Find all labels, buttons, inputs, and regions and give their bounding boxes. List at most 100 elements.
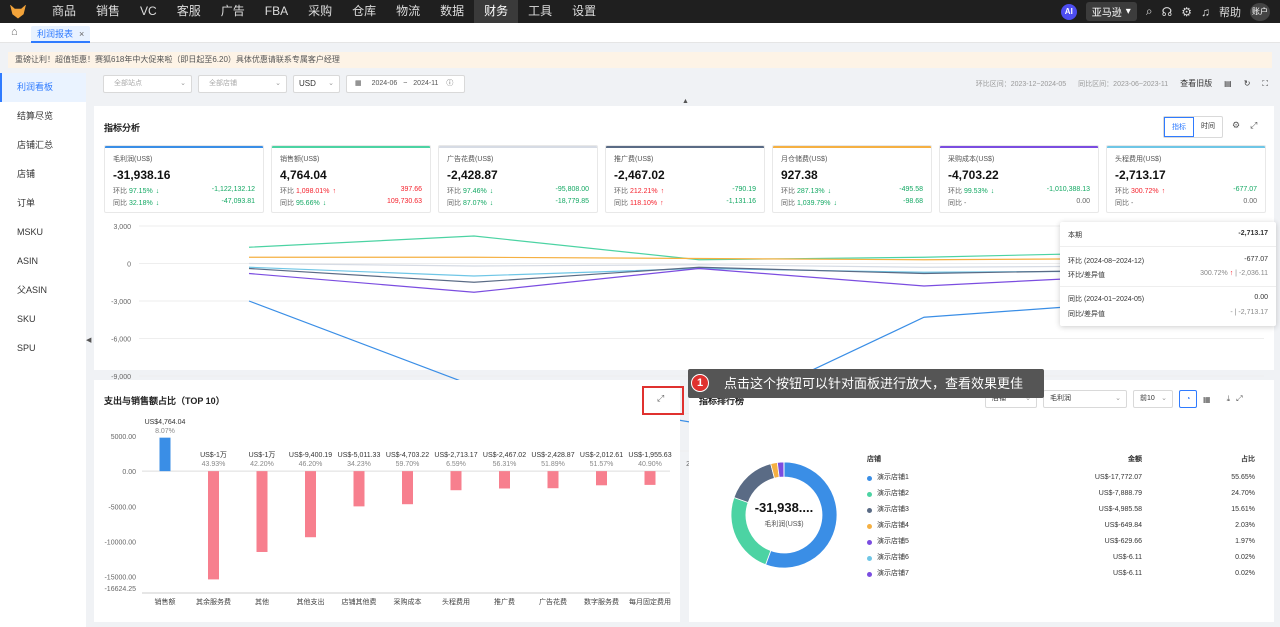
series-line xyxy=(248,266,1150,283)
amount-cell: US$-6.11 xyxy=(1112,570,1142,577)
nav-item[interactable]: 物流 xyxy=(386,0,430,23)
gear-icon[interactable]: ⚙ xyxy=(1232,120,1240,131)
logo-icon[interactable] xyxy=(10,4,26,19)
date-range-picker[interactable]: ▦ 2024-06 ~ 2024-11 ⓘ xyxy=(346,75,465,93)
x-tick-label: 推广费 xyxy=(494,597,515,606)
shop-select[interactable]: 全部店铺 ⌄ xyxy=(198,75,287,93)
metric-card[interactable]: 广告花费(US$) -2,428.87 环比 97.46% ↓ -95,808.00 同比… xyxy=(438,145,598,213)
nav-item[interactable]: 工具 xyxy=(518,0,562,23)
nav-item[interactable]: 销售 xyxy=(86,0,130,23)
sidebar-item[interactable]: 订单 xyxy=(0,189,86,218)
table-row[interactable]: 演示店铺7 US$-6.11 0.02% xyxy=(867,566,1255,582)
nav-item[interactable]: FBA xyxy=(255,0,298,23)
headset-icon[interactable]: ☊ xyxy=(1162,5,1173,19)
nav-item[interactable]: 仓库 xyxy=(342,0,386,23)
bar[interactable] xyxy=(208,471,219,580)
tooltip-current-label: 本期 xyxy=(1068,232,1082,239)
arrow-up-icon: ↑ xyxy=(660,200,664,207)
close-icon[interactable]: × xyxy=(79,29,84,39)
help-circle-icon[interactable]: ⓘ xyxy=(446,80,453,87)
card-yoy-row: 同比 - 0.00 xyxy=(948,198,1090,208)
table-row[interactable]: 演示店铺2 US$-7,888.79 24.70% xyxy=(867,486,1255,502)
top-n-select[interactable]: 前10 ⌄ xyxy=(1133,390,1173,408)
y-tick-label: 0 xyxy=(127,262,131,269)
sidebar-item[interactable]: 结算尽览 xyxy=(0,102,86,131)
grid-view-icon[interactable]: ▦ xyxy=(1203,395,1211,404)
metric-card[interactable]: 销售额(US$) 4,764.04 环比 1,098.01% ↑ 397.66 同比 95… xyxy=(271,145,431,213)
bar[interactable] xyxy=(499,471,510,489)
nav-item[interactable]: 设置 xyxy=(562,0,606,23)
bell-icon[interactable]: ♫ xyxy=(1201,5,1210,19)
metric-card[interactable]: 推广费(US$) -2,467.02 环比 212.21% ↑ -790.19 同比 11… xyxy=(605,145,765,213)
metric-card[interactable]: 月仓储费(US$) 927.38 环比 287.13% ↓ -495.58 同比 1,03… xyxy=(772,145,932,213)
layout-icon[interactable]: ▤ xyxy=(1224,79,1232,88)
donut-slice[interactable] xyxy=(733,463,775,503)
collapse-filter-icon[interactable]: ▲ xyxy=(682,98,689,105)
bar-value-label: US$-2,713.17 xyxy=(434,452,477,459)
fullscreen-icon[interactable]: ⛶ xyxy=(1262,79,1268,89)
site-select[interactable]: 全部站点 ⌄ xyxy=(103,75,192,93)
marketplace-label: 亚马逊 xyxy=(1091,8,1122,19)
metric-card[interactable]: 采购成本(US$) -4,703.22 环比 99.53% ↓ -1,010,388.1… xyxy=(939,145,1099,213)
help-link[interactable]: 帮助 xyxy=(1219,4,1241,20)
bar[interactable] xyxy=(353,471,365,507)
tab-profit-report[interactable]: 利润报表 × xyxy=(31,26,91,43)
sidebar-item[interactable]: 店铺汇总 xyxy=(0,131,86,160)
search-icon[interactable]: ⌕ xyxy=(1146,4,1153,19)
old-version-link[interactable]: 查看旧版 xyxy=(1180,78,1212,89)
metric-card[interactable]: 头程费用(US$) -2,713.17 环比 300.72% ↑ -677.07 同比 -… xyxy=(1106,145,1266,213)
bar[interactable] xyxy=(159,437,171,472)
sidebar-item[interactable]: SPU xyxy=(0,334,86,363)
sidebar-item[interactable]: MSKU xyxy=(0,218,86,247)
card-yoy-label: 同比 xyxy=(113,200,127,207)
card-mom-pct: 97.46% xyxy=(462,188,487,195)
toggle-indicator[interactable]: 指标 xyxy=(1164,117,1194,137)
bar[interactable] xyxy=(450,471,462,491)
nav-item[interactable]: 数据 xyxy=(430,0,474,23)
table-row[interactable]: 演示店铺4 US$-649.84 2.03% xyxy=(867,518,1255,534)
bar[interactable] xyxy=(547,471,559,489)
card-yoy-label: 同比 xyxy=(1115,200,1129,207)
settings-icon[interactable]: ⚙ xyxy=(1181,5,1192,19)
home-icon[interactable]: ⌂ xyxy=(11,26,18,38)
donut-view-icon[interactable]: ◔ xyxy=(1179,390,1197,408)
marketplace-select[interactable]: 亚马逊 ▾ xyxy=(1085,2,1137,21)
sidebar-item[interactable]: 店铺 xyxy=(0,160,86,189)
table-row[interactable]: 演示店铺6 US$-6.11 0.02% xyxy=(867,550,1255,566)
card-title: 广告花费(US$) xyxy=(447,156,494,163)
metric-select[interactable]: 毛利润 ⌄ xyxy=(1043,390,1127,408)
card-yoy-left: 同比 32.18% ↓ xyxy=(113,198,159,208)
account-avatar[interactable]: 账户 xyxy=(1250,2,1270,21)
table-row[interactable]: 演示店铺3 US$-4,985.58 15.61% xyxy=(867,502,1255,518)
sidebar-item[interactable]: SKU xyxy=(0,305,86,334)
bar[interactable] xyxy=(644,471,656,485)
metric-card[interactable]: 毛利润(US$) -31,938.16 环比 97.15% ↓ -1,122,132.1… xyxy=(104,145,264,213)
nav-item[interactable]: 采购 xyxy=(298,0,342,23)
table-row[interactable]: 演示店铺1 US$-17,772.07 55.65% xyxy=(867,470,1255,486)
nav-item[interactable]: 广告 xyxy=(211,0,255,23)
expand-icon[interactable]: ⤢ xyxy=(1250,120,1257,131)
bar-pct-label: 51.57% xyxy=(590,461,614,468)
sidebar-item[interactable]: ASIN xyxy=(0,247,86,276)
expand-icon[interactable]: ⤢ xyxy=(657,393,664,404)
bar[interactable] xyxy=(305,471,316,538)
ai-button[interactable]: AI xyxy=(1060,3,1077,20)
card-mom-left: 环比 1,098.01% ↑ xyxy=(280,186,336,196)
nav-item[interactable]: 客服 xyxy=(167,0,211,23)
collapse-sidebar-icon[interactable]: ◀ xyxy=(86,336,92,346)
download-icon[interactable]: ⤓ xyxy=(1227,394,1231,404)
nav-item[interactable]: 财务 xyxy=(474,0,519,23)
guide-callout: 点击这个按钮可以针对面板进行放大，查看效果更佳 xyxy=(688,369,1044,398)
bar[interactable] xyxy=(256,471,268,552)
currency-select[interactable]: USD ⌄ xyxy=(293,75,340,93)
bar[interactable] xyxy=(596,471,607,486)
sidebar-item[interactable]: 利润看板 xyxy=(0,73,86,102)
nav-item[interactable]: VC xyxy=(130,0,167,23)
table-row[interactable]: 演示店铺5 US$-629.66 1.97% xyxy=(867,534,1255,550)
nav-item[interactable]: 商品 xyxy=(42,0,86,23)
sidebar-item[interactable]: 父ASIN xyxy=(0,276,86,305)
expand-icon[interactable]: ⤢ xyxy=(1236,394,1242,404)
toggle-time[interactable]: 时间 xyxy=(1194,117,1222,137)
bar[interactable] xyxy=(402,471,413,505)
refresh-icon[interactable]: ↻ xyxy=(1244,79,1251,88)
